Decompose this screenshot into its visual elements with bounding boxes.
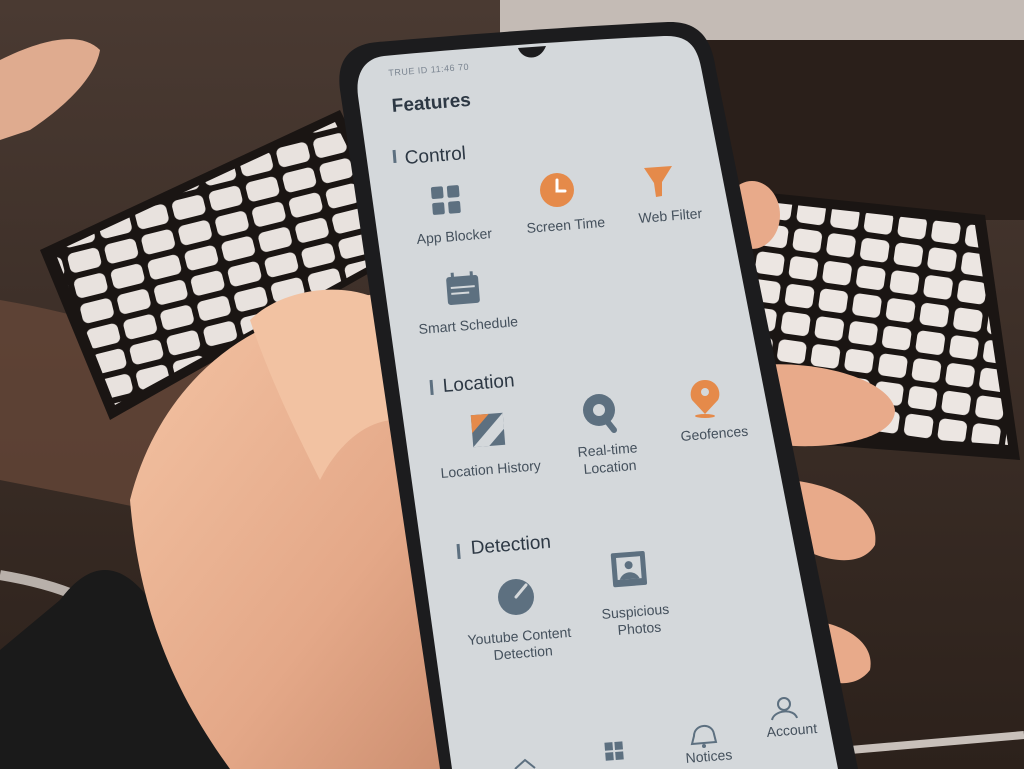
photo-scene: TRUE ID 11:46 70 Features Control App Bl… xyxy=(0,0,1024,769)
nav-notices[interactable]: Notices xyxy=(685,746,733,767)
desk-shadow xyxy=(640,40,1024,220)
feature-suspicious-photos-line2[interactable]: Photos xyxy=(617,619,662,639)
